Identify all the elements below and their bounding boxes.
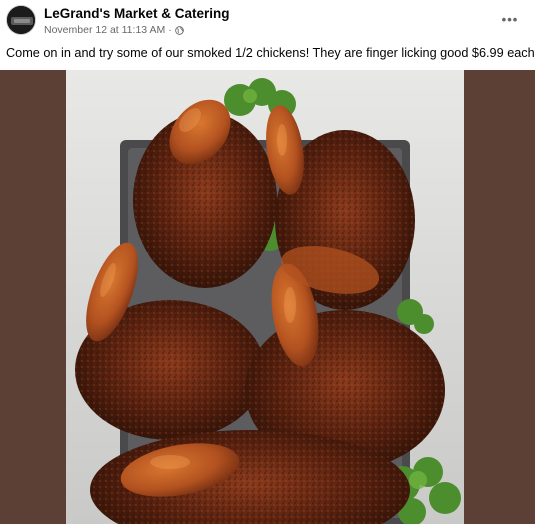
more-options-icon[interactable]: •••: [499, 10, 521, 28]
meta-separator: ·: [168, 24, 172, 36]
post-meta: November 12 at 11:13 AM ·: [44, 24, 184, 36]
post-timestamp[interactable]: November 12 at 11:13 AM: [44, 24, 165, 36]
globe-icon: [174, 25, 184, 35]
page-name-link[interactable]: LeGrand's Market & Catering: [44, 6, 230, 21]
post-caption: Come on in and try some of our smoked 1/…: [6, 46, 535, 60]
post-header: LeGrand's Market & Catering November 12 …: [0, 0, 535, 40]
page-avatar[interactable]: [6, 5, 36, 35]
post-photo[interactable]: [0, 70, 535, 524]
smoked-chicken-photo: [0, 70, 535, 524]
